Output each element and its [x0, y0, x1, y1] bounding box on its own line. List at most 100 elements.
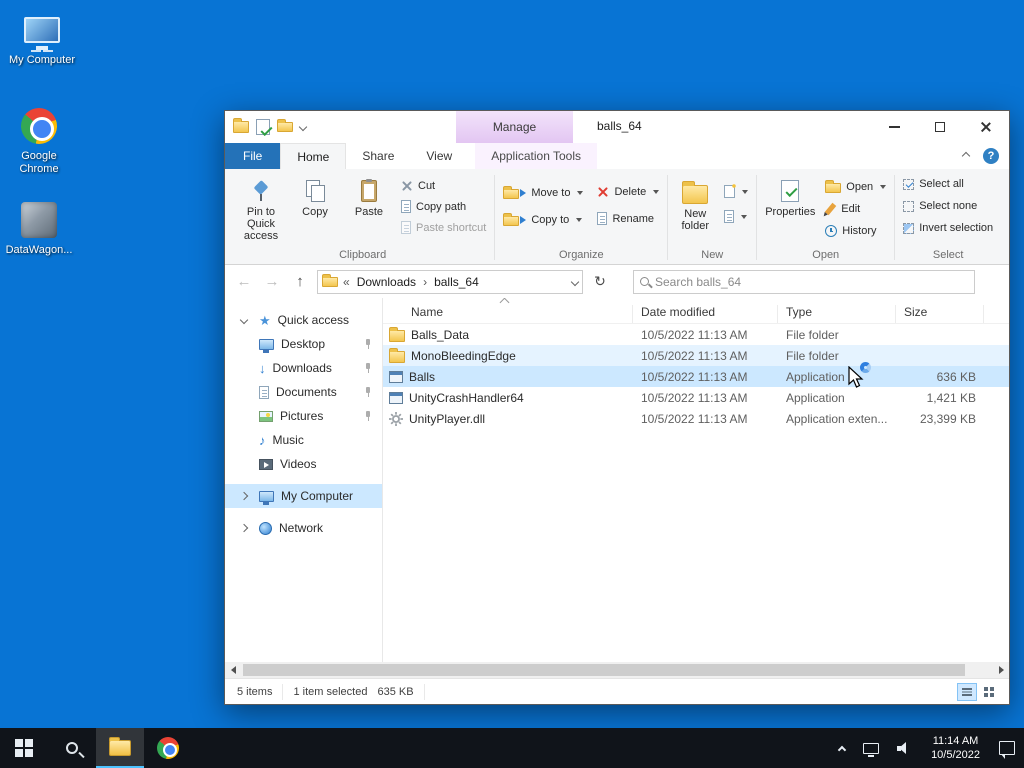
scrollbar-thumb[interactable]	[243, 664, 965, 676]
sidebar-item-downloads[interactable]: ↓ Downloads	[225, 356, 382, 380]
file-type: Application exten...	[786, 411, 888, 426]
manage-context-header[interactable]: Manage	[456, 111, 573, 143]
sidebar-item-desktop[interactable]: Desktop	[225, 332, 382, 356]
properties-label: Properties	[765, 206, 816, 218]
properties-quick-icon[interactable]	[256, 119, 270, 135]
desktop-icon-google-chrome[interactable]: Google Chrome	[3, 106, 75, 176]
edit-button[interactable]: Edit	[821, 201, 890, 217]
column-header-date-modified[interactable]: Date modified	[633, 305, 778, 323]
maximize-button[interactable]	[917, 111, 963, 143]
details-view-button[interactable]	[957, 682, 977, 701]
ribbon-separator	[494, 175, 496, 260]
sidebar-item-pictures[interactable]: Pictures	[225, 404, 382, 428]
start-button[interactable]	[0, 728, 48, 768]
taskbar-chrome-button[interactable]	[144, 728, 192, 768]
file-row-balls-data[interactable]: Balls_Data 10/5/2022 11:13 AM File folde…	[383, 324, 1009, 345]
breadcrumb-balls-64[interactable]: balls_64	[432, 275, 481, 289]
large-icons-view-button[interactable]	[979, 683, 999, 701]
volume-tray-button[interactable]	[888, 728, 921, 768]
sidebar-item-music[interactable]: ♪ Music	[225, 428, 382, 452]
expander-icon[interactable]	[239, 491, 249, 501]
scrollbar-track[interactable]	[241, 662, 993, 678]
address-dropdown-icon[interactable]	[570, 277, 580, 286]
desktop-icon-datawagon[interactable]: DataWagon...	[3, 200, 75, 257]
copy-path-button[interactable]: Copy path	[397, 198, 490, 215]
application-icon	[389, 370, 403, 383]
customize-toolbar-icon[interactable]	[298, 122, 308, 132]
tab-view[interactable]: View	[410, 143, 468, 169]
rename-button[interactable]: Rename	[593, 210, 663, 227]
select-none-button[interactable]: Select none	[899, 198, 981, 214]
sidebar-item-videos[interactable]: Videos	[225, 452, 382, 476]
copy-to-button[interactable]: Copy to	[499, 211, 587, 228]
pinned-icon	[364, 363, 372, 373]
invert-selection-button[interactable]: Invert selection	[899, 220, 997, 236]
column-header-name[interactable]: Name	[383, 305, 633, 323]
paste-shortcut-button[interactable]: Paste shortcut	[397, 219, 490, 236]
action-center-button[interactable]	[990, 728, 1024, 768]
history-button[interactable]: History	[821, 223, 890, 239]
explorer-window-icon	[233, 118, 249, 133]
search-box[interactable]	[633, 269, 975, 294]
desktop-icon-my-computer[interactable]: My Computer	[6, 10, 78, 67]
scroll-right-button[interactable]	[993, 662, 1009, 678]
new-folder-button[interactable]: New folder	[672, 175, 718, 241]
horizontal-scrollbar[interactable]	[225, 662, 1009, 678]
file-row-balls[interactable]: Balls 10/5/2022 11:13 AM Application 636…	[383, 366, 1009, 387]
paste-button[interactable]: Paste	[343, 175, 395, 241]
folder-icon	[389, 348, 405, 363]
search-input[interactable]	[655, 274, 968, 289]
taskbar-search-button[interactable]	[48, 728, 96, 768]
network-tray-button[interactable]	[854, 728, 888, 768]
taskbar-file-explorer-button[interactable]	[96, 728, 144, 768]
column-header-size[interactable]: Size	[896, 305, 984, 323]
expander-icon[interactable]	[239, 315, 249, 325]
close-button[interactable]	[963, 111, 1009, 143]
new-folder-quick-icon[interactable]	[277, 119, 293, 132]
collapse-ribbon-icon[interactable]	[961, 151, 971, 161]
easy-access-button[interactable]	[720, 208, 752, 225]
delete-button[interactable]: Delete	[593, 184, 663, 200]
file-row-unitycrashhandler64[interactable]: UnityCrashHandler64 10/5/2022 11:13 AM A…	[383, 387, 1009, 408]
scroll-left-button[interactable]	[225, 662, 241, 678]
new-item-button[interactable]	[720, 183, 752, 200]
sidebar-item-documents[interactable]: Documents	[225, 380, 382, 404]
ribbon-group-organize: Move to Copy to Delete Rename Organize	[499, 171, 663, 264]
pin-to-quick-access-button[interactable]: Pin to Quick access	[235, 175, 287, 247]
help-icon[interactable]: ?	[983, 148, 999, 164]
taskbar-clock[interactable]: 11:14 AM 10/5/2022	[921, 728, 990, 768]
tab-share[interactable]: Share	[346, 143, 410, 169]
select-all-button[interactable]: Select all	[899, 176, 968, 192]
back-button[interactable]: ←	[233, 273, 255, 290]
expander-icon[interactable]	[239, 523, 249, 533]
quick-access-icon: ★	[259, 312, 271, 328]
copy-button[interactable]: Copy	[289, 175, 341, 241]
sidebar-item-network[interactable]: Network	[225, 516, 382, 540]
search-icon	[640, 277, 649, 286]
show-hidden-icons-button[interactable]	[830, 728, 854, 768]
minimize-button[interactable]	[871, 111, 917, 143]
file-row-unityplayer-dll[interactable]: UnityPlayer.dll 10/5/2022 11:13 AM Appli…	[383, 408, 1009, 429]
sidebar-item-quick-access[interactable]: ★ Quick access	[225, 308, 382, 332]
cut-button[interactable]: Cut	[397, 178, 490, 194]
column-header-type[interactable]: Type	[778, 305, 896, 323]
refresh-button[interactable]: ↻	[589, 273, 611, 290]
datawagon-icon	[21, 202, 57, 238]
breadcrumb-collapsed-icon[interactable]: «	[343, 275, 350, 289]
breadcrumb-downloads[interactable]: Downloads	[355, 275, 418, 289]
breadcrumb-separator-icon[interactable]: ›	[423, 275, 427, 289]
tab-file[interactable]: File	[225, 143, 281, 169]
file-date: 10/5/2022 11:13 AM	[641, 369, 748, 384]
move-to-button[interactable]: Move to	[499, 184, 587, 201]
up-button[interactable]: ↑	[289, 273, 311, 290]
sidebar-item-my-computer[interactable]: My Computer	[225, 484, 382, 508]
file-row-monobleedingedge[interactable]: MonoBleedingEdge 10/5/2022 11:13 AM File…	[383, 345, 1009, 366]
forward-button[interactable]: →	[261, 273, 283, 290]
properties-button[interactable]: Properties	[761, 175, 819, 241]
titlebar[interactable]: Manage balls_64	[225, 111, 1009, 143]
open-button[interactable]: Open	[821, 178, 890, 195]
tab-application-tools[interactable]: Application Tools	[475, 143, 598, 169]
address-box[interactable]: « Downloads › balls_64	[317, 269, 583, 294]
rename-label: Rename	[612, 212, 655, 225]
tab-home[interactable]: Home	[280, 143, 347, 169]
